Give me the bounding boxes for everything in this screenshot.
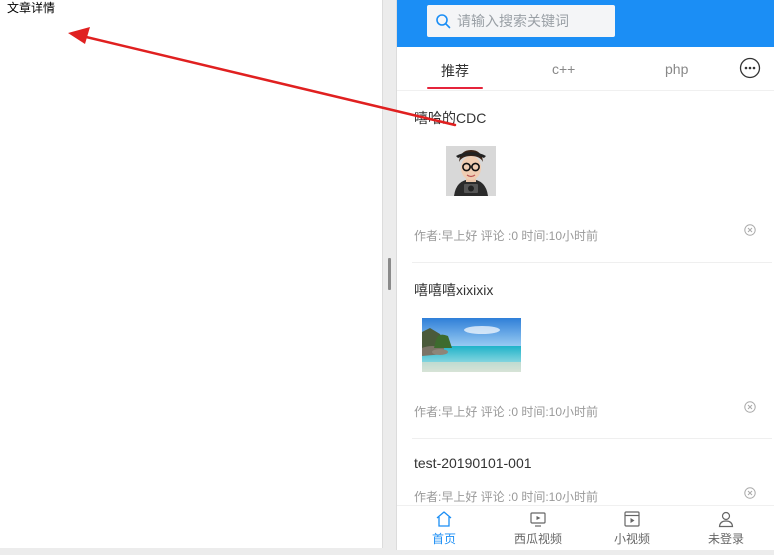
bottom-navigation: 首页 西瓜视频 小视频 未登录 xyxy=(397,505,774,550)
tab-php[interactable]: php xyxy=(665,61,688,77)
page-title: 文章详情 xyxy=(7,1,56,15)
more-icon[interactable] xyxy=(739,57,761,79)
search-placeholder: 请输入搜索关键词 xyxy=(457,13,569,29)
article-thumbnail[interactable] xyxy=(446,146,496,196)
video-icon xyxy=(624,511,640,527)
article-thumbnail[interactable] xyxy=(422,318,521,372)
mobile-preview: 请输入搜索关键词 推荐 c++ php 嘻哈的CDC 作者:早上好 评论:0 … xyxy=(396,0,774,550)
nav-label: 未登录 xyxy=(707,532,744,546)
tab-cpp[interactable]: c++ xyxy=(552,61,575,77)
active-tab-indicator xyxy=(427,87,483,89)
article-title[interactable]: test-20190101-001 xyxy=(414,455,532,471)
panel-splitter-handle[interactable] xyxy=(388,258,391,290)
nav-item-home[interactable]: 首页 xyxy=(409,510,479,548)
nav-item-xigua-video[interactable]: 西瓜视频 xyxy=(503,510,573,548)
close-icon[interactable] xyxy=(744,487,756,499)
close-icon[interactable] xyxy=(744,401,756,413)
nav-item-login[interactable]: 未登录 xyxy=(691,510,761,548)
nav-label: 首页 xyxy=(431,532,456,546)
nav-item-short-video[interactable]: 小视频 xyxy=(597,510,667,548)
search-header: 请输入搜索关键词 xyxy=(397,0,774,47)
article-meta: 作者:早上好 评论 :0 时间:10小时前 xyxy=(414,405,599,419)
article-title[interactable]: 嘻哈的CDC xyxy=(414,108,486,128)
article-meta: 作者:早上好 评论 :0 时间:10小时前 xyxy=(414,229,599,243)
close-icon[interactable] xyxy=(744,224,756,236)
beach-image xyxy=(422,318,521,372)
woman-portrait-image xyxy=(446,146,496,196)
article-meta: 作者:早上好 评论 :0 时间:10小时前 xyxy=(414,490,599,504)
tv-icon xyxy=(530,512,546,527)
home-icon xyxy=(436,511,452,527)
search-icon xyxy=(436,14,451,29)
nav-label: 西瓜视频 xyxy=(513,532,562,546)
user-icon xyxy=(718,511,734,528)
article-title[interactable]: 嘻嘻嘻xixixix xyxy=(414,280,493,300)
article-divider xyxy=(412,262,772,263)
nav-label: 小视频 xyxy=(613,532,650,546)
article-detail-panel: 文章详情 xyxy=(0,0,383,548)
article-divider xyxy=(412,438,772,439)
tab-recommend[interactable]: 推荐 xyxy=(441,61,469,81)
search-input[interactable]: 请输入搜索关键词 xyxy=(427,5,615,37)
category-tabs: 推荐 c++ php xyxy=(397,47,774,91)
